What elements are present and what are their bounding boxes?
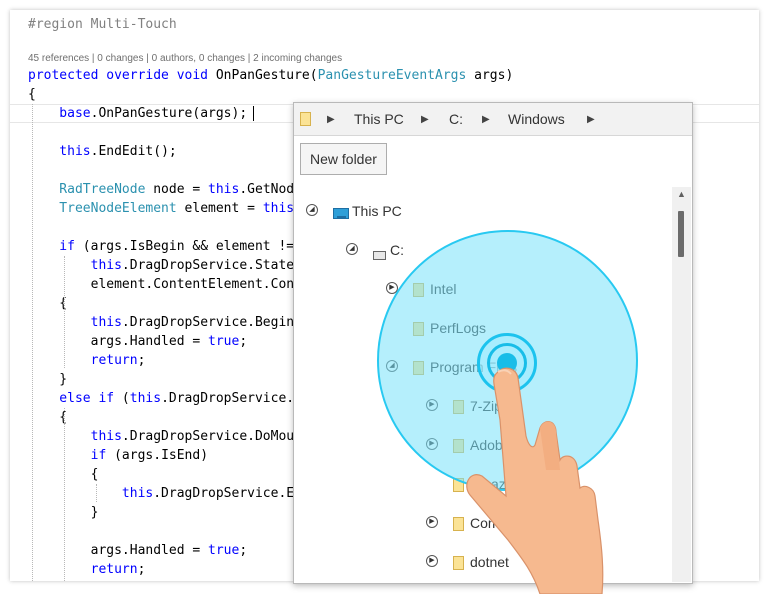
hand-icon (466, 367, 604, 594)
